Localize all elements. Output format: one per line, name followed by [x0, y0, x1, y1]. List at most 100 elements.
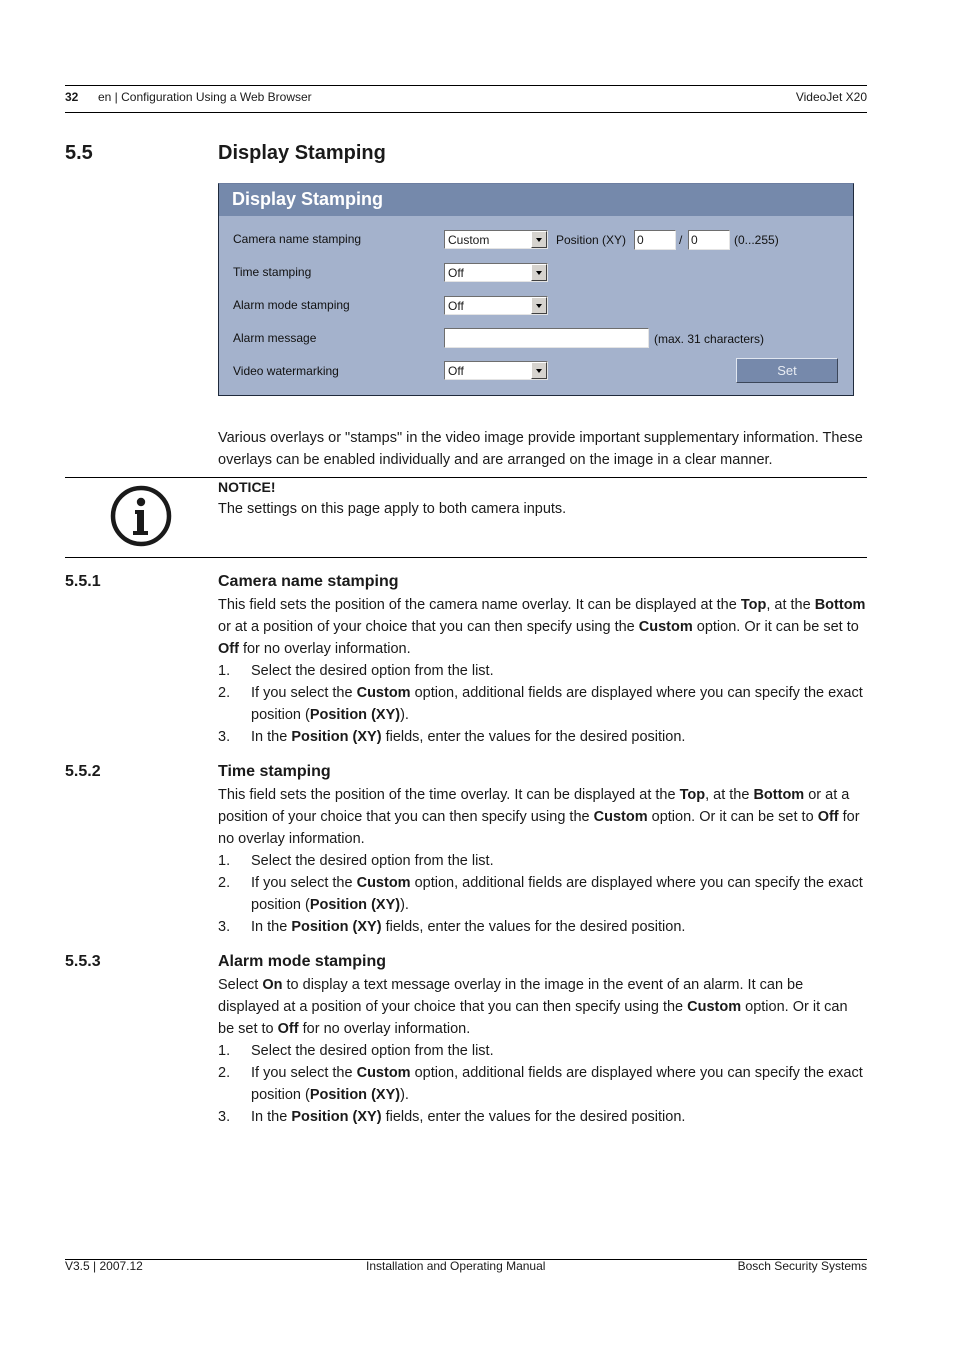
camera-name-stamping-label: Camera name stamping [233, 232, 362, 246]
bold-term: Off [817, 809, 839, 825]
step-text: If you select the Custom option, additio… [251, 685, 863, 723]
time-stamping-label: Time stamping [233, 265, 312, 279]
bold-term: Custom [356, 685, 411, 701]
position-separator: / [679, 233, 683, 247]
bold-term: Top [679, 787, 706, 803]
notice-rule-top [65, 477, 867, 478]
subsection-body: This field sets the position of the came… [218, 594, 866, 748]
bold-term: Position (XY) [309, 707, 401, 723]
bold-term: Bottom [814, 597, 866, 613]
video-watermarking-select[interactable]: Off [444, 361, 548, 380]
step-number: 2. [218, 1065, 231, 1081]
footer-manual-title: Installation and Operating Manual [366, 1259, 546, 1273]
select-value: Off [448, 364, 464, 378]
info-icon [110, 485, 172, 547]
bold-term: Position (XY) [309, 1087, 401, 1103]
alarm-message-input[interactable] [444, 328, 649, 348]
step-item: 3. In the Position (XY) fields, enter the… [218, 726, 866, 748]
subsection-paragraph: This field sets the position of the time… [218, 787, 860, 847]
step-text: Select the desired option from the list. [251, 853, 494, 869]
subsection-title: Time stamping [218, 763, 331, 780]
chevron-down-icon[interactable] [531, 297, 547, 314]
step-item: 1. Select the desired option from the lis… [218, 1040, 866, 1062]
steps-list: 1. Select the desired option from the lis… [218, 1040, 866, 1128]
alarm-message-label: Alarm message [233, 331, 317, 345]
step-number: 2. [218, 875, 231, 891]
notice-title: NOTICE! [218, 479, 276, 495]
bold-term: On [262, 977, 283, 993]
steps-list: 1. Select the desired option from the lis… [218, 660, 866, 748]
select-value: Custom [448, 233, 490, 247]
subsection-number: 5.5.1 [65, 573, 101, 590]
section-title: Display Stamping [218, 142, 386, 164]
subsection-paragraph: This field sets the position of the came… [218, 597, 866, 657]
step-item: 3. In the Position (XY) fields, enter the… [218, 1106, 866, 1128]
step-number: 2. [218, 685, 231, 701]
bold-term: Custom [638, 619, 693, 635]
footer-company: Bosch Security Systems [737, 1259, 867, 1273]
bold-term: Position (XY) [291, 919, 382, 935]
panel-title: Display Stamping [232, 189, 384, 209]
step-text: In the Position (XY) fields, enter the v… [251, 729, 686, 745]
alarm-mode-stamping-select[interactable]: Off [444, 296, 548, 315]
display-stamping-panel: Display Stamping Camera name stamping Cu… [218, 183, 854, 396]
step-item: 3. In the Position (XY) fields, enter the… [218, 916, 866, 938]
step-item: 1. Select the desired option from the lis… [218, 660, 866, 682]
step-item: 2. If you select the Custom option, addit… [218, 682, 866, 726]
bold-term: Position (XY) [291, 729, 382, 745]
subsection-number: 5.5.2 [65, 763, 101, 780]
step-text: If you select the Custom option, additio… [251, 1065, 863, 1103]
intro-paragraph: Various overlays or "stamps" in the vide… [218, 430, 863, 468]
bold-term: Bottom [753, 787, 805, 803]
notice-text: The settings on this page apply to both … [218, 501, 567, 517]
bold-term: Custom [356, 1065, 411, 1081]
step-text: If you select the Custom option, additio… [251, 875, 863, 913]
step-number: 1. [218, 663, 231, 679]
step-text: In the Position (XY) fields, enter the v… [251, 919, 686, 935]
page-number: 32 [65, 90, 79, 104]
position-y-input[interactable]: 0 [688, 230, 730, 250]
select-value: Off [448, 266, 464, 280]
alarm-mode-stamping-label: Alarm mode stamping [233, 298, 350, 312]
chevron-down-icon[interactable] [531, 264, 547, 281]
subsection-title: Camera name stamping [218, 573, 399, 590]
step-item: 1. Select the desired option from the lis… [218, 850, 866, 872]
step-number: 1. [218, 853, 231, 869]
camera-name-stamping-select[interactable]: Custom [444, 230, 548, 249]
footer-version: V3.5 | 2007.12 [65, 1259, 143, 1273]
header-rule-bottom [65, 112, 867, 113]
subsection-number: 5.5.3 [65, 953, 101, 970]
subsection-body: This field sets the position of the time… [218, 784, 866, 938]
chevron-down-icon[interactable] [531, 231, 547, 248]
position-x-input[interactable]: 0 [634, 230, 676, 250]
step-text: In the Position (XY) fields, enter the v… [251, 1109, 686, 1125]
step-number: 3. [218, 1109, 231, 1125]
step-number: 3. [218, 729, 231, 745]
subsection-paragraph: Select On to display a text message over… [218, 977, 848, 1037]
step-number: 1. [218, 1043, 231, 1059]
step-item: 2. If you select the Custom option, addit… [218, 872, 866, 916]
bold-term: Off [277, 1021, 299, 1037]
position-xy-label: Position (XY) [556, 233, 627, 247]
bold-term: Off [218, 641, 239, 657]
bold-term: Position (XY) [291, 1109, 382, 1125]
step-text: Select the desired option from the list. [251, 1043, 494, 1059]
bold-term: Top [740, 597, 767, 613]
time-stamping-select[interactable]: Off [444, 263, 548, 282]
steps-list: 1. Select the desired option from the lis… [218, 850, 866, 938]
header-section-path: en | Configuration Using a Web Browser [98, 90, 312, 104]
header-rule-top [65, 85, 867, 86]
alarm-message-hint: (max. 31 characters) [654, 332, 765, 346]
step-item: 2. If you select the Custom option, addit… [218, 1062, 866, 1106]
header-product: VideoJet X20 [795, 90, 867, 104]
step-number: 3. [218, 919, 231, 935]
position-range-hint: (0...255) [734, 233, 779, 247]
step-text: Select the desired option from the list. [251, 663, 494, 679]
set-button[interactable]: Set [736, 358, 838, 383]
bold-term: Custom [356, 875, 411, 891]
bold-term: Custom [687, 999, 742, 1015]
chevron-down-icon[interactable] [531, 362, 547, 379]
select-value: Off [448, 299, 464, 313]
subsection-body: Select On to display a text message over… [218, 974, 866, 1128]
notice-rule-bottom [65, 557, 867, 558]
